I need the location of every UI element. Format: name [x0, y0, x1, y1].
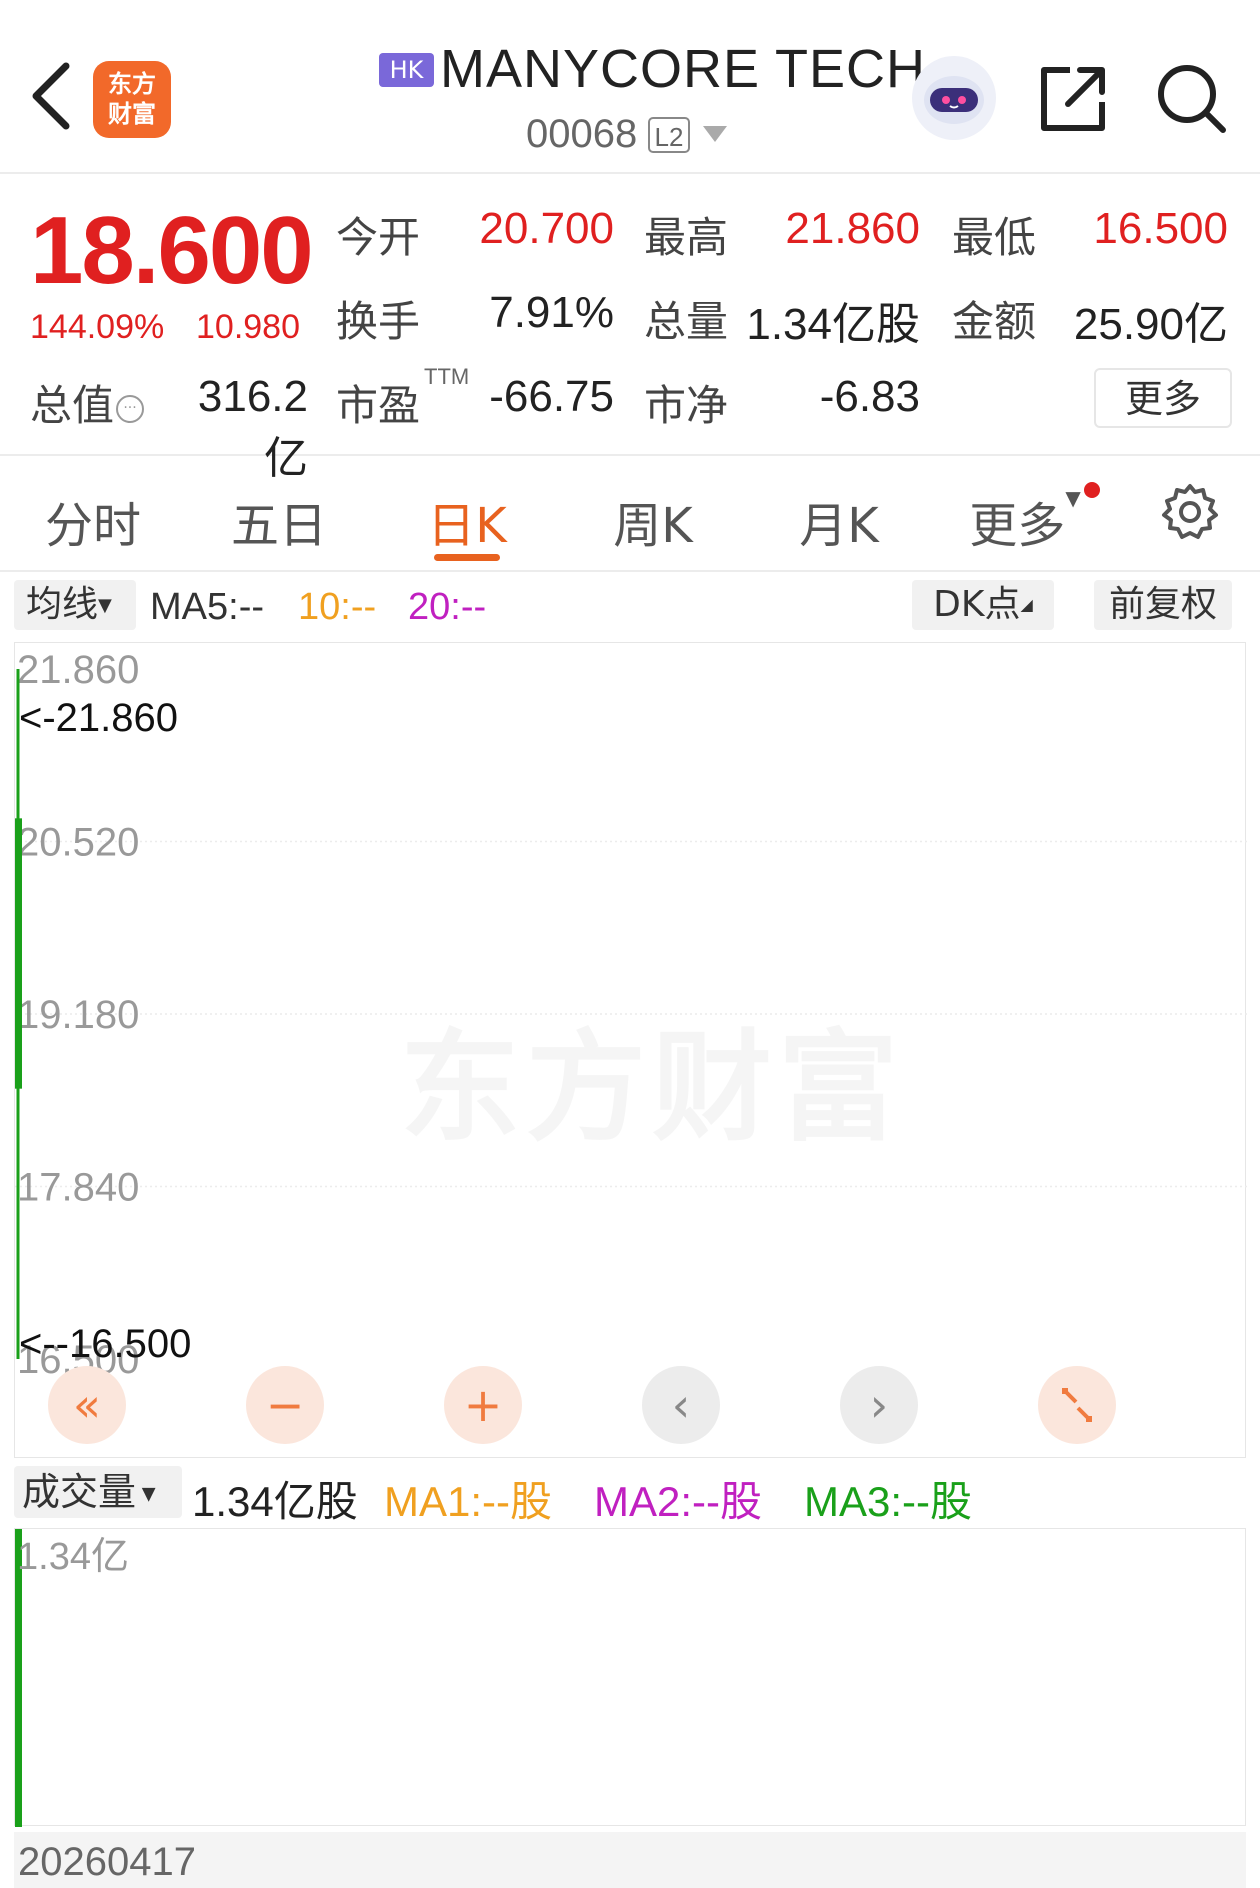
- change-value: 10.980: [196, 308, 300, 346]
- pb-value: -6.83: [819, 372, 920, 421]
- search-button[interactable]: [1153, 60, 1229, 136]
- scroll-right-button[interactable]: ›: [840, 1366, 918, 1444]
- volume-tick-label: 1.34亿: [17, 1536, 129, 1578]
- vol-ma3-readout: MA3:--股: [804, 1478, 973, 1525]
- pe-label: 市盈: [336, 381, 421, 430]
- zoom-out-button[interactable]: −: [246, 1366, 324, 1444]
- candle-body: [15, 818, 22, 1089]
- y-tick-label: 21.860: [17, 648, 139, 692]
- watermark: 东方财富: [400, 990, 904, 1164]
- corner-caret-icon: ◢: [1020, 595, 1033, 614]
- pe-ttm-sup: TTM: [424, 364, 470, 389]
- current-price: 18.600: [30, 197, 314, 304]
- caret-down-icon: ▼: [1065, 486, 1081, 510]
- dk-point-label: DK点: [933, 584, 1021, 625]
- date-axis: [14, 1832, 1246, 1888]
- back-button[interactable]: [22, 56, 82, 136]
- more-quote-button[interactable]: 更多: [1094, 368, 1232, 428]
- volume-svg: 1.34亿: [15, 1529, 129, 1827]
- app-logo: 东方 财富: [93, 61, 171, 138]
- fast-rewind-icon: «: [72, 1378, 102, 1432]
- volume-select-label: 成交量: [22, 1470, 137, 1514]
- y-tick-label: 17.840: [17, 1166, 139, 1210]
- caret-down-icon: ▼: [98, 595, 112, 616]
- market-cap-label-text: 总值: [30, 381, 115, 430]
- high-marker-label: <-21.860: [19, 696, 178, 740]
- share-icon: [1041, 67, 1105, 131]
- date-label: 20260417: [18, 1840, 196, 1884]
- tab-daily-k[interactable]: 日K: [392, 486, 542, 556]
- fullscreen-button[interactable]: [1038, 1366, 1116, 1444]
- assistant-robot-button[interactable]: [912, 56, 996, 140]
- low-value: 16.500: [1093, 204, 1228, 253]
- ma10-readout: 10:--: [298, 586, 377, 628]
- level-badge: L2: [648, 117, 690, 153]
- robot-icon: [924, 76, 984, 124]
- turnover-label: 换手: [336, 297, 421, 346]
- volume-indicator-select[interactable]: 成交量 ▼: [14, 1466, 182, 1518]
- zoom-in-button[interactable]: +: [444, 1366, 522, 1444]
- amount-value: 25.90亿: [1073, 300, 1228, 349]
- market-cap-label: 总值 ···: [30, 372, 145, 433]
- tab-weekly-k[interactable]: 周K: [578, 486, 728, 556]
- gear-icon: [1162, 484, 1218, 539]
- open-value: 20.700: [479, 204, 614, 253]
- chevron-left-icon: ‹: [671, 1378, 691, 1432]
- low-marker-label: <--16.500: [19, 1322, 191, 1366]
- y-tick-label: 20.520: [17, 821, 139, 865]
- share-button[interactable]: [1036, 62, 1110, 136]
- turnover-value: 7.91%: [489, 288, 614, 337]
- code-dropdown-icon[interactable]: [703, 126, 727, 142]
- tab-more[interactable]: 更多▼: [950, 486, 1100, 556]
- vol-ma1-readout: MA1:--股: [384, 1478, 553, 1525]
- amount-label: 金额: [952, 297, 1037, 346]
- zoom-in-icon: +: [463, 1378, 503, 1432]
- header: 东方 财富 HK MANYCORE TECH 00068 L2: [0, 0, 1260, 174]
- ma5-readout: MA5:--: [150, 586, 264, 628]
- active-tab-underline: [434, 554, 500, 561]
- high-label: 最高: [644, 213, 729, 262]
- market-badge: HK: [379, 53, 434, 87]
- quote-panel: 18.600 144.09% 10.980 今开 20.700 最高 21.86…: [0, 174, 1260, 483]
- notification-dot: [1084, 482, 1100, 498]
- high-value: 21.860: [785, 204, 920, 253]
- pe-value: -66.75: [489, 372, 614, 421]
- volume-readout: 1.34亿股: [192, 1478, 358, 1525]
- indicator-select[interactable]: 均线▼: [14, 580, 136, 630]
- volume-chart[interactable]: 1.34亿: [14, 1528, 1246, 1827]
- volume-value: 1.34亿股: [746, 300, 920, 349]
- chevron-left-icon: [32, 62, 70, 130]
- chevron-right-icon: ›: [869, 1378, 889, 1432]
- scroll-left-button[interactable]: ‹: [642, 1366, 720, 1444]
- low-label: 最低: [952, 213, 1037, 262]
- tab-five-day[interactable]: 五日: [204, 486, 354, 556]
- change-percent: 144.09%: [30, 308, 165, 346]
- caret-down-icon: ▼: [136, 1483, 156, 1505]
- ma20-readout: 20:--: [408, 586, 487, 628]
- fast-rewind-button[interactable]: «: [48, 1366, 126, 1444]
- price-adjust-button[interactable]: 前复权: [1094, 580, 1232, 630]
- volume-label: 总量: [644, 297, 729, 346]
- tab-monthly-k[interactable]: 月K: [764, 486, 914, 556]
- open-label: 今开: [336, 213, 421, 262]
- dk-point-button[interactable]: DK点◢: [912, 580, 1054, 630]
- search-icon: [1158, 65, 1226, 133]
- zoom-out-icon: −: [265, 1378, 305, 1432]
- info-dots-icon[interactable]: ···: [116, 394, 145, 423]
- fullscreen-icon: [1062, 1388, 1092, 1422]
- y-tick-label: 19.180: [17, 993, 139, 1037]
- indicator-select-label: 均线: [26, 584, 99, 625]
- vol-ma2-readout: MA2:--股: [594, 1478, 763, 1525]
- period-tabs: 分时 五日 日K 周K 月K 更多▼: [0, 456, 1260, 572]
- stock-code[interactable]: 00068: [526, 112, 637, 157]
- tab-more-label: 更多: [969, 498, 1066, 554]
- stock-name: MANYCORE TECH: [440, 39, 927, 99]
- pb-label: 市净: [644, 381, 729, 430]
- tab-intraday[interactable]: 分时: [18, 486, 168, 556]
- chart-settings-button[interactable]: [1160, 482, 1220, 542]
